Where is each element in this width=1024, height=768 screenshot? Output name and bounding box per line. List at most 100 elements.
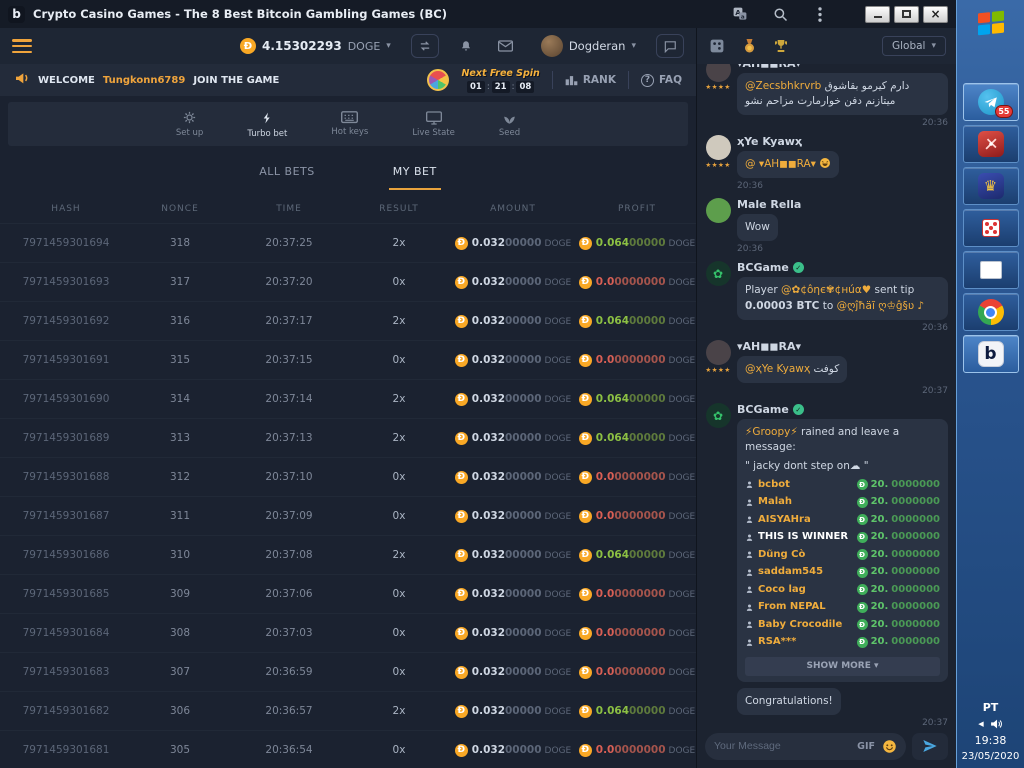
winner-name[interactable]: Baby Crocodile	[758, 618, 853, 633]
table-row[interactable]: 7971459301690 314 20:37:14 2x Đ 0.032000…	[0, 380, 696, 419]
send-button[interactable]	[912, 733, 948, 760]
chat-username[interactable]: Male Rella	[737, 198, 948, 211]
setting-seed[interactable]: Seed	[499, 110, 520, 138]
setting-live-state[interactable]: Live State	[412, 111, 455, 138]
user-avatar[interactable]: ✿	[706, 261, 731, 286]
table-row[interactable]: 7971459301682 306 20:36:57 2x Đ 0.032000…	[0, 692, 696, 731]
user-avatar[interactable]	[706, 198, 731, 223]
mail-icon[interactable]	[493, 35, 519, 57]
tab-my-bet[interactable]: MY BET	[389, 151, 441, 190]
bet-time: 20:37:13	[228, 432, 350, 444]
start-button[interactable]	[963, 5, 1019, 41]
user-mention[interactable]: @ღĵħäĩ ღ♔ĝ§ʋ ♪	[837, 300, 925, 312]
next-free-spin-label[interactable]: Next Free Spin	[461, 68, 539, 79]
user-menu[interactable]: Dogderan ▾	[541, 35, 636, 57]
user-mention[interactable]: @✿¢ôηє✾¢нúα♥	[781, 284, 871, 296]
language-indicator[interactable]: PT	[983, 701, 999, 714]
winner-name[interactable]: bcbot	[758, 478, 853, 493]
winner-name[interactable]: Dũng Cò	[758, 548, 853, 563]
winner-name[interactable]: RSA***	[758, 635, 853, 650]
bet-result: 2x	[350, 315, 448, 327]
user-avatar[interactable]: ✿	[706, 403, 731, 428]
close-button[interactable]: ×	[923, 6, 948, 23]
taskbar-window-app[interactable]	[963, 251, 1019, 289]
taskbar-telegram[interactable]: 55	[963, 83, 1019, 121]
keyboard-icon	[341, 111, 358, 124]
taskbar-bc-app[interactable]: b	[963, 335, 1019, 373]
chat-username[interactable]: BCGame✓	[737, 261, 948, 274]
translate-icon[interactable]: Aa	[731, 5, 749, 23]
winner-name[interactable]: Coco lag	[758, 583, 853, 598]
maximize-button[interactable]	[894, 6, 919, 23]
setting-set-up[interactable]: Set up	[176, 110, 203, 138]
table-row[interactable]: 7971459301693 317 20:37:20 0x Đ 0.032000…	[0, 263, 696, 302]
tab-all-bets[interactable]: ALL BETS	[255, 151, 318, 190]
welcome-username[interactable]: Tungkonn6789	[103, 75, 185, 86]
taskbar-game-red[interactable]	[963, 125, 1019, 163]
faq-link[interactable]: ? FAQ	[641, 74, 682, 87]
table-row[interactable]: 7971459301688 312 20:37:10 0x Đ 0.032000…	[0, 458, 696, 497]
taskbar-crown-app[interactable]: ♛	[963, 167, 1019, 205]
date[interactable]: 23/05/2020	[962, 751, 1020, 762]
rank-link[interactable]: RANK	[565, 74, 616, 86]
chat-username[interactable]: BCGame✓	[737, 403, 948, 416]
chat-messages[interactable]: ★★★★@Btcmagnifier پشت سیستم نشسته راحت گ…	[697, 64, 956, 732]
chevron-down-icon: ▾	[386, 41, 391, 51]
message-input[interactable]	[714, 740, 850, 752]
avatar-column	[705, 198, 731, 254]
table-row[interactable]: 7971459301685 309 20:37:06 0x Đ 0.032000…	[0, 575, 696, 614]
winner-name[interactable]: Malah	[758, 495, 853, 510]
user-mention[interactable]: ⚡Groopy⚡	[745, 426, 798, 438]
chat-username[interactable]: ▾AH◼◼RA▾	[737, 64, 948, 70]
winner-name[interactable]: saddam545	[758, 565, 853, 580]
bell-icon[interactable]	[453, 35, 479, 57]
winner-name[interactable]: THIS IS WINNER	[758, 530, 853, 545]
chat-toggle-icon[interactable]	[656, 34, 684, 58]
table-row[interactable]: 7971459301681 305 20:36:54 0x Đ 0.032000…	[0, 731, 696, 768]
amount-zeros: 0000000	[891, 635, 940, 650]
setting-hot-keys[interactable]: Hot keys	[331, 111, 368, 137]
chat-username[interactable]: ҳYe Kyawҳ	[737, 135, 948, 148]
swap-icon[interactable]	[411, 34, 439, 58]
trophy-icon[interactable]	[771, 36, 791, 56]
table-row[interactable]: 7971459301686 310 20:37:08 2x Đ 0.032000…	[0, 536, 696, 575]
taskbar-chrome[interactable]	[963, 293, 1019, 331]
spin-wheel-icon[interactable]	[427, 69, 449, 91]
hidden-icons-arrow[interactable]: ◀	[978, 720, 983, 728]
volume-icon[interactable]	[990, 718, 1003, 730]
search-icon[interactable]	[771, 5, 789, 23]
user-mention[interactable]: @ ▾AH◼◼RA▾	[745, 158, 819, 170]
taskbar-dice-app[interactable]	[963, 209, 1019, 247]
message-input-box[interactable]: GIF	[705, 733, 906, 760]
balance-dropdown[interactable]: Đ 4.15302293 DOGE ▾	[240, 38, 391, 54]
menu-dots-icon[interactable]	[811, 5, 829, 23]
winner-name[interactable]: From NEPAL	[758, 600, 853, 615]
emoji-button[interactable]	[882, 739, 897, 754]
user-avatar[interactable]	[706, 64, 731, 82]
winner-name[interactable]: AISYAHra	[758, 513, 853, 528]
show-more-button[interactable]: SHOW MORE ▾	[745, 657, 940, 676]
bet-hash: 7971459301688	[0, 471, 132, 483]
user-mention[interactable]: @ҳYe Kyawҳ	[745, 363, 810, 375]
table-row[interactable]: 7971459301691 315 20:37:15 0x Đ 0.032000…	[0, 341, 696, 380]
user-avatar[interactable]	[706, 340, 731, 365]
green-coin-icon: Đ	[857, 532, 868, 543]
user-mention[interactable]: @Zecsbhkrvrb	[745, 80, 821, 92]
table-row[interactable]: 7971459301683 307 20:36:59 0x Đ 0.032000…	[0, 653, 696, 692]
table-row[interactable]: 7971459301689 313 20:37:13 2x Đ 0.032000…	[0, 419, 696, 458]
user-avatar[interactable]	[706, 135, 731, 160]
clock[interactable]: 19:38	[975, 734, 1007, 747]
table-row[interactable]: 7971459301684 308 20:37:03 0x Đ 0.032000…	[0, 614, 696, 653]
chat-username[interactable]: ▾AH◼◼RA▾	[737, 340, 948, 353]
chat-channel-select[interactable]: Global ▾	[882, 36, 946, 56]
setting-turbo-bet[interactable]: Turbo bet	[247, 110, 287, 139]
table-row[interactable]: 7971459301692 316 20:37:17 2x Đ 0.032000…	[0, 302, 696, 341]
table-row[interactable]: 7971459301687 311 20:37:09 0x Đ 0.032000…	[0, 497, 696, 536]
minimize-button[interactable]	[865, 6, 890, 23]
medal-icon[interactable]	[739, 36, 759, 56]
hamburger-menu-icon[interactable]	[12, 39, 32, 53]
table-row[interactable]: 7971459301694 318 20:37:25 2x Đ 0.032000…	[0, 224, 696, 263]
dice-icon[interactable]	[707, 36, 727, 56]
message-bubble: Wow	[737, 214, 778, 241]
gif-button[interactable]: GIF	[857, 741, 875, 752]
